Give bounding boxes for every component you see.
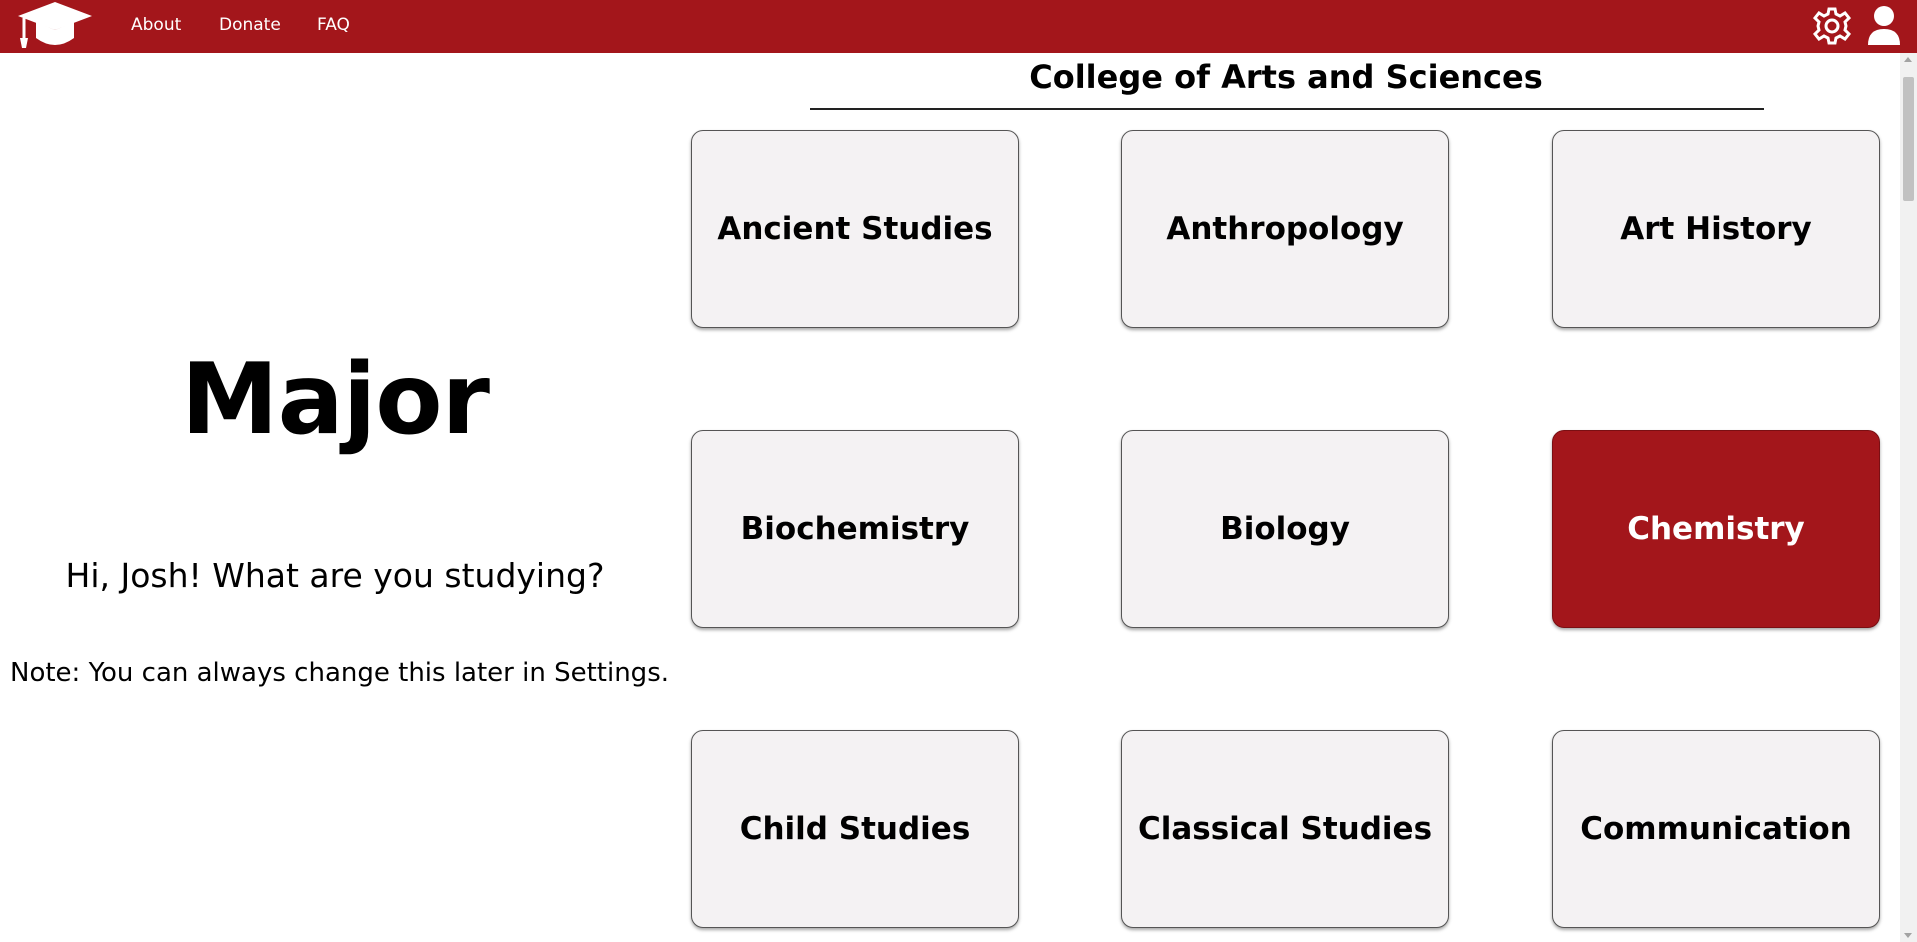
vertical-scrollbar[interactable] (1900, 53, 1917, 942)
greeting-text: Hi, Josh! What are you studying? (65, 556, 605, 595)
heading-divider (810, 108, 1764, 110)
graduation-cap-icon[interactable] (16, 0, 94, 52)
scrollbar-thumb[interactable] (1903, 77, 1914, 201)
scroll-up-arrow-icon[interactable] (1904, 57, 1912, 62)
nav-link-faq[interactable]: FAQ (317, 15, 350, 35)
top-navbar: About Donate FAQ (0, 0, 1917, 53)
major-card-biology[interactable]: Biology (1121, 430, 1449, 628)
scroll-down-arrow-icon[interactable] (1904, 933, 1912, 938)
major-card-chemistry[interactable]: Chemistry (1552, 430, 1880, 628)
major-card-biochemistry[interactable]: Biochemistry (691, 430, 1019, 628)
intro-panel: Major Hi, Josh! What are you studying? N… (0, 53, 670, 942)
gear-icon[interactable] (1812, 6, 1852, 46)
user-icon[interactable] (1866, 5, 1902, 47)
major-card-art-history[interactable]: Art History (1552, 130, 1880, 328)
page-title: Major (181, 343, 490, 457)
settings-note: Note: You can always change this later i… (10, 658, 670, 688)
college-heading: College of Arts and Sciences (1029, 58, 1543, 96)
nav-link-about[interactable]: About (131, 15, 181, 35)
major-card-anthropology[interactable]: Anthropology (1121, 130, 1449, 328)
major-card-classical-studies[interactable]: Classical Studies (1121, 730, 1449, 928)
nav-link-donate[interactable]: Donate (219, 15, 281, 35)
major-card-communication[interactable]: Communication (1552, 730, 1880, 928)
major-card-ancient-studies[interactable]: Ancient Studies (691, 130, 1019, 328)
major-card-child-studies[interactable]: Child Studies (691, 730, 1019, 928)
